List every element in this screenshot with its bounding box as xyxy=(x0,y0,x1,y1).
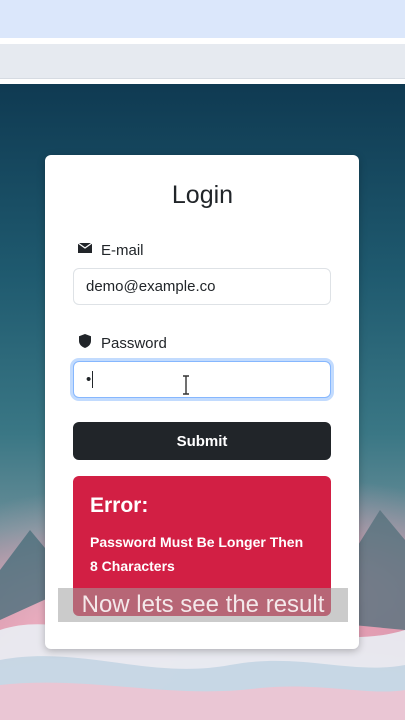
password-label-row: Password xyxy=(77,333,167,353)
email-value: demo@example.co xyxy=(86,278,216,295)
email-field[interactable]: demo@example.co xyxy=(73,268,331,305)
envelope-icon xyxy=(77,240,93,260)
error-title: Error: xyxy=(90,494,149,517)
error-message: Password Must Be Longer Then 8 Character… xyxy=(90,534,304,574)
shield-icon xyxy=(77,333,93,353)
browser-top-bar xyxy=(0,0,405,38)
email-label: E-mail xyxy=(101,241,144,259)
browser-secondary-bar xyxy=(0,44,405,79)
submit-button[interactable]: Submit xyxy=(73,422,331,460)
ibeam-cursor-icon xyxy=(183,375,189,395)
password-label: Password xyxy=(101,334,167,352)
login-title: Login xyxy=(171,181,234,209)
video-caption: Now lets see the result xyxy=(58,588,348,622)
text-caret xyxy=(92,371,94,388)
password-field[interactable]: • xyxy=(73,361,331,398)
email-label-row: E-mail xyxy=(77,240,144,260)
password-value: • xyxy=(86,371,92,388)
